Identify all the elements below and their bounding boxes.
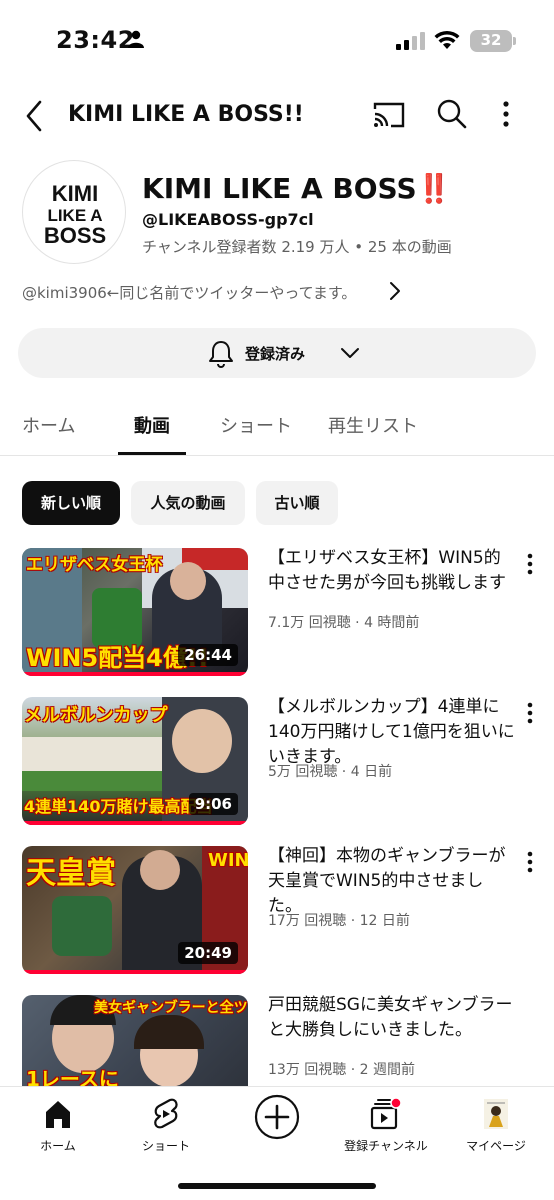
- cast-icon[interactable]: [372, 100, 406, 130]
- bell-icon: [209, 341, 233, 368]
- video-duration: 9:06: [188, 793, 238, 815]
- more-vert-icon[interactable]: [502, 98, 510, 130]
- subscribe-button[interactable]: 登録済み: [18, 328, 536, 378]
- nav-label: マイページ: [466, 1139, 526, 1153]
- video-title[interactable]: 【エリザベス女王杯】WIN5的中させた男が今回も挑戦します: [268, 546, 516, 596]
- nav-label: ショート: [141, 1139, 190, 1153]
- more-vert-icon[interactable]: [526, 850, 534, 876]
- video-duration: 26:44: [178, 644, 238, 666]
- chevron-down-icon: [341, 348, 359, 358]
- nav-item-home[interactable]: ホーム: [8, 1097, 108, 1154]
- page-title: KIMI LIKE A BOSS!!: [68, 102, 304, 127]
- video-item[interactable]: 天皇賞 WIN5 20:49 【神回】本物のギャンブラーが天皇賞でWIN5的中さ…: [0, 846, 554, 976]
- video-item[interactable]: メルボルンカップ 4連単140万賭け最高配当 9:06 【メルボルンカップ】4連…: [0, 697, 554, 827]
- video-title[interactable]: 【メルボルンカップ】4連単に140万円賭けして1億円を狙いにいきます。: [268, 695, 516, 770]
- status-bar: 23:42 32: [0, 0, 554, 80]
- watch-progress-bar: [22, 821, 248, 825]
- thumbnail-caption-top: エリザベス女王杯: [26, 555, 163, 575]
- video-duration: 20:49: [178, 942, 238, 964]
- nav-item-subscriptions[interactable]: 登録チャンネル: [336, 1097, 436, 1154]
- subscribe-label: 登録済み: [245, 345, 306, 363]
- active-tab-indicator: [118, 452, 186, 455]
- channel-description[interactable]: @kimi3906←同じ名前でツイッターやってます。: [22, 282, 356, 303]
- watch-progress-bar: [22, 672, 248, 676]
- thumbnail-caption-bottom: 4連単140万賭け最高配当: [24, 797, 213, 816]
- avatar-line-1: KIMI: [52, 181, 98, 206]
- chevron-right-icon[interactable]: [388, 280, 402, 302]
- battery-icon: 32: [470, 30, 516, 52]
- thumbnail-caption-top: 美女ギャンブラーと全ツ: [94, 1000, 248, 1016]
- nav-label: ホーム: [40, 1139, 76, 1153]
- tab-shorts[interactable]: ショート: [220, 412, 292, 438]
- thumbnail-caption-bottom: 1レースに: [26, 1067, 119, 1086]
- tab-home[interactable]: ホーム: [22, 412, 75, 438]
- video-thumbnail[interactable]: 美女ギャンブラーと全ツ 1レースに: [22, 995, 248, 1086]
- video-item[interactable]: エリザベス女王杯 WIN5配当4億!! 26:44 【エリザベス女王杯】WIN5…: [0, 548, 554, 678]
- thumbnail-caption-top: 天皇賞: [26, 856, 116, 891]
- channel-logo: KIMI LIKE A BOSS: [44, 181, 106, 248]
- filter-chip-popular[interactable]: 人気の動画: [131, 481, 245, 525]
- nav-item-create[interactable]: [227, 1093, 327, 1141]
- video-title[interactable]: 【神回】本物のギャンブラーが天皇賞でWIN5的中させました。: [268, 844, 516, 919]
- channel-avatar[interactable]: KIMI LIKE A BOSS: [22, 160, 126, 264]
- cellular-signal-icon: [396, 32, 425, 50]
- status-time: 23:42: [56, 26, 135, 54]
- nav-item-shorts[interactable]: ショート: [116, 1097, 216, 1154]
- video-item[interactable]: 美女ギャンブラーと全ツ 1レースに 戸田競艇SGに美女ギャンブラーと大勝負しにい…: [0, 995, 554, 1086]
- channel-name-text: KIMI LIKE A BOSS: [142, 172, 417, 205]
- channel-handle: @LIKEABOSS-gp7cl: [142, 210, 314, 229]
- channel-tabs: ホーム 動画 ショート 再生リスト: [0, 396, 554, 456]
- avatar-line-3: BOSS: [44, 223, 106, 248]
- nav-label: 登録チャンネル: [344, 1139, 428, 1153]
- home-indicator: [178, 1183, 376, 1189]
- shorts-icon: [154, 1098, 178, 1129]
- thumbnail-caption-top: メルボルンカップ: [24, 705, 168, 726]
- create-icon: [254, 1094, 300, 1140]
- tab-videos[interactable]: 動画: [134, 412, 170, 438]
- bottom-navigation: ホーム ショート 登録チャンネル マイページ: [0, 1086, 554, 1200]
- channel-name-suffix: ‼️: [416, 172, 452, 205]
- more-vert-icon[interactable]: [526, 701, 534, 727]
- channel-stats: チャンネル登録者数 2.19 万人 • 25 本の動画: [142, 238, 452, 256]
- video-meta: 13万 回視聴 · 2 週間前: [268, 1062, 415, 1078]
- video-thumbnail[interactable]: 天皇賞 WIN5 20:49: [22, 846, 248, 974]
- search-icon[interactable]: [436, 98, 468, 130]
- home-icon: [46, 1101, 70, 1128]
- watch-progress-bar: [22, 970, 248, 974]
- back-arrow-icon[interactable]: [18, 96, 52, 136]
- video-title[interactable]: 戸田競艇SGに美女ギャンブラーと大勝負しにいきました。: [268, 995, 516, 1043]
- filter-chip-oldest[interactable]: 古い順: [256, 481, 338, 525]
- app-bar: KIMI LIKE A BOSS!!: [0, 86, 554, 146]
- video-meta: 5万 回視聴 · 4 日前: [268, 764, 393, 780]
- subscriptions-icon: [370, 1097, 402, 1130]
- video-thumbnail[interactable]: メルボルンカップ 4連単140万賭け最高配当 9:06: [22, 697, 248, 825]
- filter-chip-newest[interactable]: 新しい順: [22, 481, 120, 525]
- video-meta: 7.1万 回視聴 · 4 時間前: [268, 615, 420, 631]
- battery-level: 32: [480, 31, 502, 49]
- person-icon: [128, 30, 144, 48]
- tab-playlists[interactable]: 再生リスト: [328, 412, 418, 438]
- nav-item-mypage[interactable]: マイページ: [446, 1097, 546, 1154]
- more-vert-icon[interactable]: [526, 552, 534, 578]
- video-thumbnail[interactable]: エリザベス女王杯 WIN5配当4億!! 26:44: [22, 548, 248, 676]
- thumbnail-caption-bottom: WIN5: [208, 850, 248, 871]
- profile-avatar: [484, 1099, 508, 1129]
- wifi-icon: [434, 30, 460, 49]
- video-meta: 17万 回視聴 · 12 日前: [268, 913, 410, 929]
- channel-name: KIMI LIKE A BOSS‼️: [142, 172, 452, 205]
